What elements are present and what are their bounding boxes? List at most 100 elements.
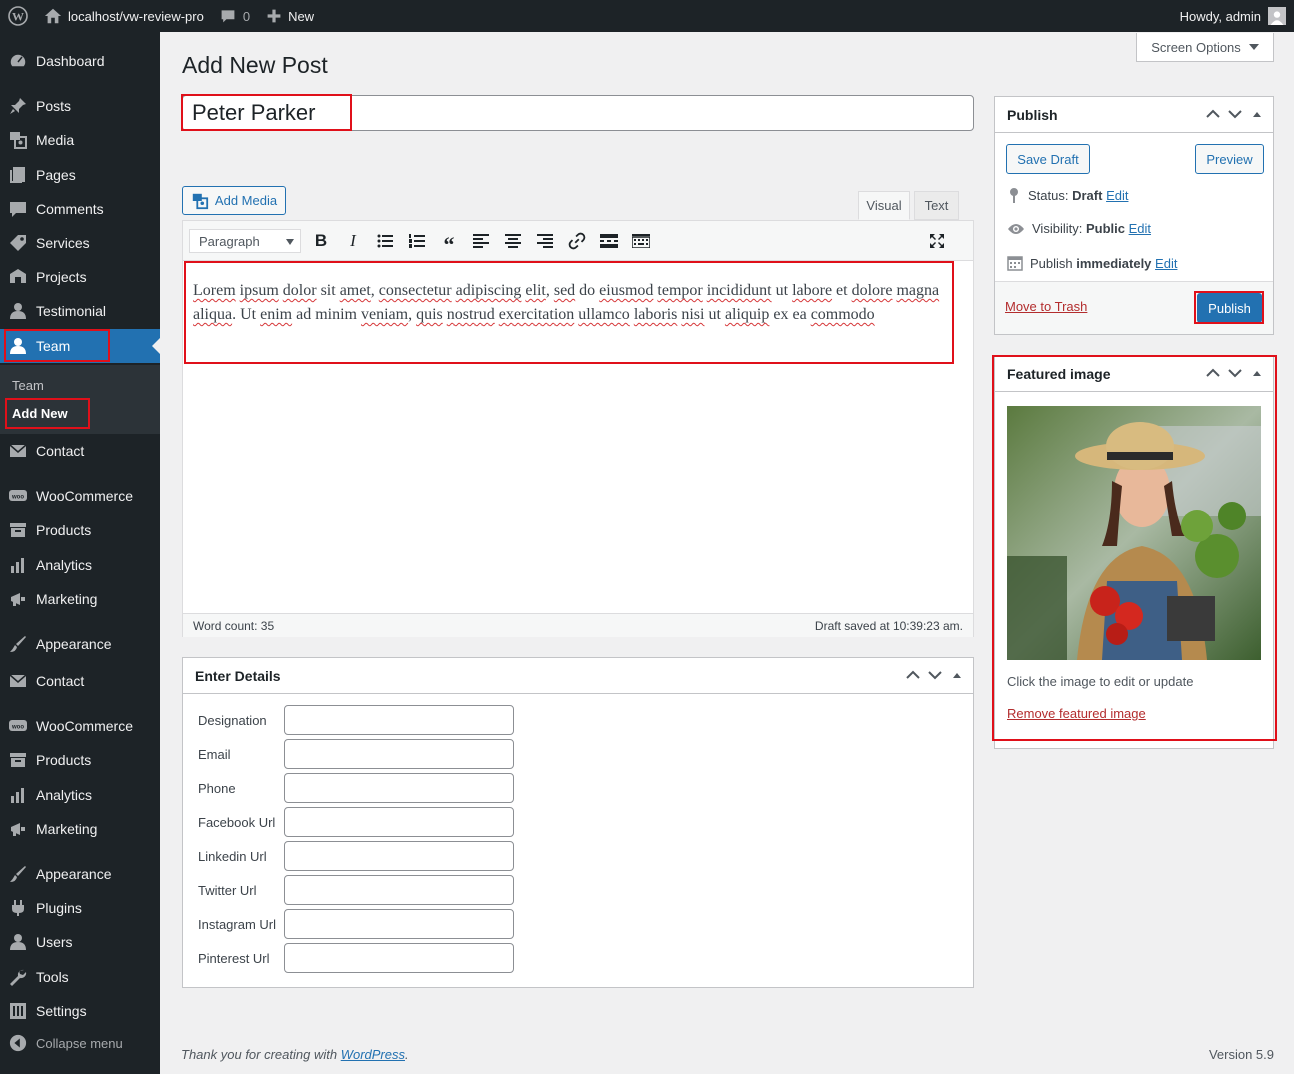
remove-featured-image-link[interactable]: Remove featured image <box>1007 706 1146 721</box>
menu-item-dashboard[interactable]: Dashboard <box>0 44 160 78</box>
featured-image[interactable] <box>1007 406 1261 660</box>
phone-input[interactable] <box>284 773 514 803</box>
move-up-icon[interactable] <box>1205 365 1221 381</box>
blockquote-button[interactable]: “ <box>437 230 461 257</box>
fullscreen-button[interactable] <box>925 230 949 252</box>
menu-item-woocommerce[interactable]: woo WooCommerce <box>0 709 160 743</box>
menu-item-testimonial[interactable]: Testimonial <box>0 294 160 328</box>
menu-item-settings[interactable]: Settings <box>0 994 160 1028</box>
linkedin-url-input[interactable] <box>284 841 514 871</box>
bold-button[interactable]: B <box>309 230 333 252</box>
read-more-button[interactable] <box>597 230 621 252</box>
svg-text:woo: woo <box>11 495 24 501</box>
menu-item-posts[interactable]: Posts <box>0 89 160 123</box>
align-left-button[interactable] <box>469 230 493 252</box>
edit-visibility-link[interactable]: Edit <box>1129 221 1151 236</box>
facebook-url-input[interactable] <box>284 807 514 837</box>
move-up-icon[interactable] <box>1205 106 1221 122</box>
add-media-button[interactable]: Add Media <box>182 186 286 215</box>
menu-item-products[interactable]: Products <box>0 743 160 777</box>
move-down-icon[interactable] <box>1227 365 1243 381</box>
email-icon <box>9 674 27 687</box>
menu-item-contact[interactable]: Contact <box>0 664 160 698</box>
move-to-trash-link[interactable]: Move to Trash <box>1005 299 1087 314</box>
menu-item-media[interactable]: Media <box>0 123 160 157</box>
post-title-input[interactable]: Peter Parker <box>182 95 974 131</box>
email-input[interactable] <box>284 739 514 769</box>
menu-item-comments[interactable]: Comments <box>0 192 160 226</box>
status-row: Status: Draft Edit <box>1007 187 1128 203</box>
toolbar-toggle-button[interactable] <box>629 230 653 252</box>
pinterest-url-input[interactable] <box>284 943 514 973</box>
menu-item-products[interactable]: Products <box>0 513 160 547</box>
publish-metabox: Publish Save Draft Preview Status: Draft… <box>994 96 1274 335</box>
collapse-menu-button[interactable]: Collapse menu <box>0 1034 123 1052</box>
preview-button[interactable]: Preview <box>1195 144 1264 174</box>
my-account-link[interactable]: Howdy, admin <box>1172 0 1294 32</box>
menu-item-tools[interactable]: Tools <box>0 960 160 994</box>
menu-item-plugins[interactable]: Plugins <box>0 891 160 925</box>
screen-options-button[interactable]: Screen Options <box>1136 33 1274 62</box>
visibility-row: Visibility: Public Edit <box>1007 221 1151 236</box>
email-icon <box>9 444 27 457</box>
admin-menu: Dashboard Posts Media Pages Comments Services… <box>0 32 160 1074</box>
move-down-icon[interactable] <box>927 667 943 683</box>
menu-item-appearance[interactable]: Appearance <box>0 627 160 661</box>
enter-details-metabox: Enter Details Designation Email Phone Faceb… <box>182 657 974 988</box>
svg-text:W: W <box>12 10 24 24</box>
italic-button[interactable]: I <box>341 230 365 252</box>
edit-status-link[interactable]: Edit <box>1106 188 1128 203</box>
wordpress-link[interactable]: WordPress <box>341 1047 405 1062</box>
detail-field-designation: Designation <box>198 705 514 735</box>
collapse-toggle-icon[interactable] <box>1249 106 1265 122</box>
media-icon <box>192 193 209 209</box>
publish-button[interactable]: Publish <box>1197 293 1262 323</box>
tab-visual[interactable]: Visual <box>858 191 910 220</box>
insert-link-button[interactable] <box>565 230 589 252</box>
tag-icon <box>10 235 26 251</box>
edit-schedule-link[interactable]: Edit <box>1155 256 1177 271</box>
menu-item-team[interactable]: Team <box>0 329 160 363</box>
align-center-button[interactable] <box>501 230 525 252</box>
instagram-url-input[interactable] <box>284 909 514 939</box>
submenu-team[interactable]: Team <box>12 378 44 393</box>
move-down-icon[interactable] <box>1227 106 1243 122</box>
designation-input[interactable] <box>284 705 514 735</box>
menu-item-marketing[interactable]: Marketing <box>0 812 160 846</box>
menu-item-pages[interactable]: Pages <box>0 158 160 192</box>
twitter-url-input[interactable] <box>284 875 514 905</box>
collapse-toggle-icon[interactable] <box>1249 365 1265 381</box>
save-draft-button[interactable]: Save Draft <box>1006 144 1090 174</box>
portfolio-icon <box>10 269 26 283</box>
menu-item-projects[interactable]: Projects <box>0 260 160 294</box>
menu-item-services[interactable]: Services <box>0 226 160 260</box>
collapse-toggle-icon[interactable] <box>949 667 965 683</box>
detail-field-pinterest-url: Pinterest Url <box>198 943 514 973</box>
menu-item-users[interactable]: Users <box>0 925 160 959</box>
main-content: Screen Options Add New Post Peter Parker… <box>160 32 1294 1074</box>
tab-text[interactable]: Text <box>914 191 959 220</box>
move-up-icon[interactable] <box>905 667 921 683</box>
team-submenu: Team Add New <box>0 365 160 434</box>
site-name-link[interactable]: localhost/vw-review-pro <box>36 0 212 32</box>
menu-item-marketing[interactable]: Marketing <box>0 582 160 616</box>
submenu-add-new[interactable]: Add New <box>12 406 68 421</box>
user-icon <box>10 934 26 950</box>
menu-item-analytics[interactable]: Analytics <box>0 778 160 812</box>
caret-down-icon <box>1248 44 1259 50</box>
menu-item-contact[interactable]: Contact <box>0 434 160 468</box>
menu-item-analytics[interactable]: Analytics <box>0 548 160 582</box>
new-content-link[interactable]: New <box>258 0 322 32</box>
format-select[interactable]: Paragraph <box>189 229 301 253</box>
bullet-list-button[interactable] <box>373 230 397 252</box>
menu-item-appearance[interactable]: Appearance <box>0 857 160 891</box>
publish-actions: Move to Trash Publish <box>995 281 1273 334</box>
draft-saved-status: Draft saved at 10:39:23 am. <box>814 618 963 633</box>
align-right-button[interactable] <box>533 230 557 252</box>
editor-content[interactable]: Lorem ipsum dolor sit amet, consectetur … <box>193 279 953 327</box>
wordpress-logo-icon[interactable]: W <box>0 0 36 32</box>
dashboard-icon <box>9 53 27 68</box>
menu-item-woocommerce[interactable]: woo WooCommerce <box>0 479 160 513</box>
comments-link[interactable]: 0 <box>212 0 258 32</box>
numbered-list-button[interactable] <box>405 230 429 252</box>
